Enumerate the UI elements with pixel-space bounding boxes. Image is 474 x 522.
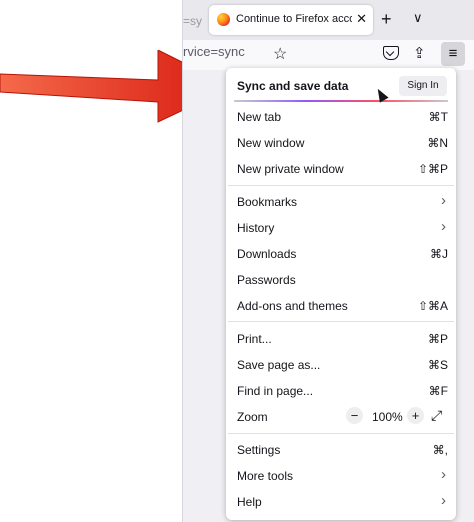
menu-item-shortcut: ⌘T — [428, 110, 448, 124]
menu-item-addons-and-themes[interactable]: Add-ons and themes ⇧⌘A — [226, 293, 456, 319]
menu-item-shortcut: ⌘, — [432, 443, 448, 457]
app-menu-button[interactable]: ≡ — [441, 42, 465, 66]
app-menu-panel: Sync and save data Sign In New tab ⌘T Ne… — [226, 68, 456, 520]
menu-separator — [228, 433, 454, 434]
menu-item-new-tab[interactable]: New tab ⌘T — [226, 104, 456, 130]
menu-item-shortcut: ⌘P — [427, 332, 448, 346]
menu-item-label: Add-ons and themes — [237, 299, 348, 313]
menu-item-label: More tools — [237, 469, 294, 483]
menu-item-shortcut: ⌘S — [427, 358, 448, 372]
firefox-icon — [217, 13, 230, 26]
menu-item-more-tools[interactable]: More tools › — [226, 463, 456, 489]
fullscreen-icon[interactable]: ⤢ — [431, 407, 442, 424]
menu-item-shortcut: ⇧⌘P — [417, 162, 448, 176]
menu-item-label: Zoom — [237, 410, 268, 424]
zoom-reset-button[interactable]: 100% — [372, 410, 403, 424]
chevron-right-icon: › — [441, 492, 446, 509]
menu-item-label: New private window — [237, 162, 344, 176]
menu-item-label: History — [237, 221, 275, 235]
menu-item-shortcut: ⌘F — [428, 384, 448, 398]
list-all-tabs-icon[interactable]: ∨ — [413, 10, 423, 26]
active-tab[interactable]: Continue to Firefox account ✕ — [209, 5, 373, 35]
menu-item-shortcut: ⌘N — [427, 136, 448, 150]
menu-item-history[interactable]: History › — [226, 215, 456, 241]
sign-in-button[interactable]: Sign In — [399, 76, 447, 96]
chevron-right-icon: › — [441, 466, 446, 483]
menu-item-new-private-window[interactable]: New private window ⇧⌘P — [226, 156, 456, 182]
menu-item-print[interactable]: Print... ⌘P — [226, 326, 456, 352]
chevron-right-icon: › — [441, 218, 446, 235]
zoom-in-button[interactable]: + — [407, 407, 424, 424]
menu-item-label: Downloads — [237, 247, 297, 261]
menu-item-save-page-as[interactable]: Save page as... ⌘S — [226, 352, 456, 378]
bookmark-star-icon[interactable]: ☆ — [273, 44, 287, 64]
close-tab-icon[interactable]: ✕ — [356, 11, 367, 27]
menu-item-shortcut: ⌘J — [430, 247, 448, 261]
menu-item-downloads[interactable]: Downloads ⌘J — [226, 241, 456, 267]
menu-item-label: Print... — [237, 332, 272, 346]
menu-item-label: Find in page... — [237, 384, 314, 398]
menu-item-zoom: Zoom − 100% + ⤢ — [226, 404, 456, 430]
menu-separator — [228, 185, 454, 186]
extensions-icon[interactable]: ⇪ — [413, 44, 426, 62]
menu-item-label: New tab — [237, 110, 282, 124]
tab-bar: =sy Continue to Firefox account ✕ + ∨ — [183, 0, 474, 40]
menu-item-settings[interactable]: Settings ⌘, — [226, 437, 456, 463]
menu-item-new-window[interactable]: New window ⌘N — [226, 130, 456, 156]
menu-item-help[interactable]: Help › — [226, 489, 456, 515]
menu-item-passwords[interactable]: Passwords — [226, 267, 456, 293]
menu-item-label: New window — [237, 136, 305, 150]
menu-item-label: Passwords — [237, 273, 296, 287]
zoom-out-button[interactable]: − — [346, 407, 363, 424]
sync-title[interactable]: Sync and save data — [237, 79, 348, 93]
sync-accent-bar — [234, 100, 448, 102]
pocket-icon[interactable] — [383, 46, 399, 60]
menu-item-label: Bookmarks — [237, 195, 298, 209]
previous-tab-label[interactable]: =sy — [183, 14, 202, 28]
url-bar-text[interactable]: rvice=sync — [183, 44, 245, 59]
menu-item-label: Settings — [237, 443, 281, 457]
new-tab-icon[interactable]: + — [381, 9, 392, 30]
menu-item-bookmarks[interactable]: Bookmarks › — [226, 189, 456, 215]
chevron-right-icon: › — [441, 192, 446, 209]
menu-item-label: Help — [237, 495, 262, 509]
menu-item-shortcut: ⇧⌘A — [417, 299, 448, 313]
menu-separator — [228, 321, 454, 322]
menu-item-label: Save page as... — [237, 358, 321, 372]
tab-title: Continue to Firefox account — [236, 13, 352, 25]
menu-item-find-in-page[interactable]: Find in page... ⌘F — [226, 378, 456, 404]
